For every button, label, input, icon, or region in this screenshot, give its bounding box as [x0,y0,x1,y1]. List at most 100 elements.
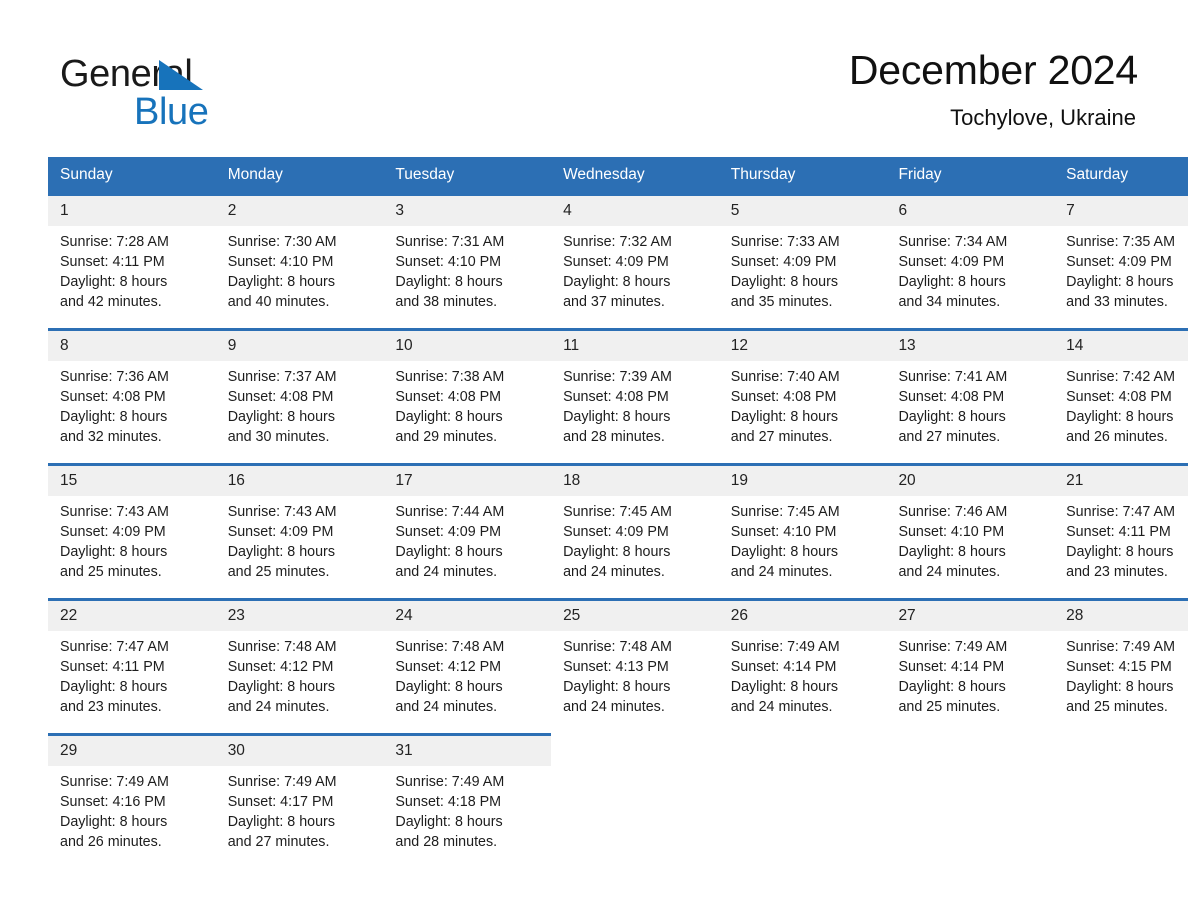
calendar-day-cell-empty [1054,733,1188,856]
calendar-day-cell[interactable]: 16 Sunrise: 7:43 AM Sunset: 4:09 PM Dayli… [215,463,384,586]
day-sun-details: Sunrise: 7:49 AM Sunset: 4:14 PM Dayligh… [730,639,840,715]
day-number [718,736,887,766]
day-sun-details: Sunrise: 7:37 AM Sunset: 4:08 PM Dayligh… [227,369,337,445]
day-sun-details: Sunrise: 7:49 AM Sunset: 4:14 PM Dayligh… [898,639,1008,715]
day-sun-details: Sunrise: 7:42 AM Sunset: 4:08 PM Dayligh… [1066,369,1175,445]
day-number: 20 [886,466,1055,496]
day-sun-details: Sunrise: 7:43 AM Sunset: 4:09 PM Dayligh… [60,504,169,580]
calendar-day-cell[interactable]: 30 Sunrise: 7:49 AM Sunset: 4:17 PM Dayli… [215,733,384,856]
day-sun-details: Sunrise: 7:41 AM Sunset: 4:08 PM Dayligh… [898,369,1008,445]
logo-text-blue: Blue [134,91,209,133]
calendar-week-row: 8 Sunrise: 7:36 AM Sunset: 4:08 PM Daylig… [48,328,1188,451]
day-sun-details: Sunrise: 7:47 AM Sunset: 4:11 PM Dayligh… [1066,504,1175,580]
week-spacer [48,451,1188,465]
calendar-day-cell[interactable]: 14 Sunrise: 7:42 AM Sunset: 4:08 PM Dayli… [1054,328,1188,451]
calendar-day-cell[interactable]: 1 Sunrise: 7:28 AM Sunset: 4:11 PM Daylig… [48,193,216,316]
day-sun-details: Sunrise: 7:49 AM Sunset: 4:18 PM Dayligh… [395,774,505,850]
day-number: 10 [383,331,552,361]
day-number: 22 [48,601,216,631]
calendar-day-cell[interactable]: 22 Sunrise: 7:47 AM Sunset: 4:11 PM Dayli… [48,598,216,721]
calendar-day-cell[interactable]: 25 Sunrise: 7:48 AM Sunset: 4:13 PM Dayli… [551,598,719,721]
week-spacer [48,316,1188,330]
calendar-day-cell[interactable]: 20 Sunrise: 7:46 AM Sunset: 4:10 PM Dayli… [886,463,1055,586]
day-number: 4 [551,196,719,226]
calendar-day-cell[interactable]: 12 Sunrise: 7:40 AM Sunset: 4:08 PM Dayli… [718,328,887,451]
week-spacer-cell [48,721,1188,735]
calendar-body: 1 Sunrise: 7:28 AM Sunset: 4:11 PM Daylig… [48,193,1188,856]
calendar-day-cell[interactable]: 21 Sunrise: 7:47 AM Sunset: 4:11 PM Dayli… [1054,463,1188,586]
calendar-day-cell[interactable]: 3 Sunrise: 7:31 AM Sunset: 4:10 PM Daylig… [383,193,552,316]
day-number: 1 [48,196,216,226]
calendar-day-cell-empty [718,733,887,856]
day-sun-details: Sunrise: 7:39 AM Sunset: 4:08 PM Dayligh… [563,369,672,445]
day-number: 8 [48,331,216,361]
day-number: 2 [215,196,384,226]
calendar-day-cell[interactable]: 15 Sunrise: 7:43 AM Sunset: 4:09 PM Dayli… [48,463,216,586]
day-number: 5 [718,196,887,226]
calendar-week-row: 1 Sunrise: 7:28 AM Sunset: 4:11 PM Daylig… [48,193,1188,316]
logo-triangle-icon [159,60,203,90]
calendar-day-cell[interactable]: 8 Sunrise: 7:36 AM Sunset: 4:08 PM Daylig… [48,328,216,451]
calendar-day-cell[interactable]: 13 Sunrise: 7:41 AM Sunset: 4:08 PM Dayli… [886,328,1055,451]
day-number: 28 [1054,601,1188,631]
day-number: 31 [383,736,552,766]
page-header: General Blue December 2024 Tochylove, Uk… [48,44,1138,144]
calendar-day-cell[interactable]: 7 Sunrise: 7:35 AM Sunset: 4:09 PM Daylig… [1054,193,1188,316]
calendar-day-cell[interactable]: 19 Sunrise: 7:45 AM Sunset: 4:10 PM Dayli… [718,463,887,586]
calendar-day-cell[interactable]: 23 Sunrise: 7:48 AM Sunset: 4:12 PM Dayli… [215,598,384,721]
page-title: December 2024 [848,47,1138,93]
calendar-day-cell-empty [886,733,1055,856]
calendar-day-cell[interactable]: 17 Sunrise: 7:44 AM Sunset: 4:09 PM Dayli… [383,463,552,586]
weekday-header-thursday: Thursday [718,157,887,195]
day-number: 13 [886,331,1055,361]
day-sun-details: Sunrise: 7:33 AM Sunset: 4:09 PM Dayligh… [730,234,840,310]
location-subtitle: Tochylove, Ukraine [950,105,1136,130]
calendar-header-row: Sunday Monday Tuesday Wednesday Thursday… [48,157,1188,195]
calendar-day-cell[interactable]: 29 Sunrise: 7:49 AM Sunset: 4:16 PM Dayli… [48,733,216,856]
day-sun-details: Sunrise: 7:49 AM Sunset: 4:15 PM Dayligh… [1066,639,1175,715]
day-sun-details: Sunrise: 7:45 AM Sunset: 4:09 PM Dayligh… [563,504,672,580]
calendar-week-row: 15 Sunrise: 7:43 AM Sunset: 4:09 PM Dayli… [48,463,1188,586]
day-number: 25 [551,601,719,631]
calendar-grid: Sunday Monday Tuesday Wednesday Thursday… [48,157,1188,856]
calendar-day-cell[interactable]: 5 Sunrise: 7:33 AM Sunset: 4:09 PM Daylig… [718,193,887,316]
calendar-day-cell[interactable]: 4 Sunrise: 7:32 AM Sunset: 4:09 PM Daylig… [551,193,719,316]
general-blue-logo[interactable]: General Blue [60,52,300,138]
calendar-day-cell[interactable]: 18 Sunrise: 7:45 AM Sunset: 4:09 PM Dayli… [551,463,719,586]
day-number: 18 [551,466,719,496]
day-number: 17 [383,466,552,496]
calendar-day-cell[interactable]: 11 Sunrise: 7:39 AM Sunset: 4:08 PM Dayli… [551,328,719,451]
day-sun-details: Sunrise: 7:49 AM Sunset: 4:16 PM Dayligh… [60,774,169,850]
calendar-day-cell[interactable]: 31 Sunrise: 7:49 AM Sunset: 4:18 PM Dayli… [383,733,552,856]
day-sun-details: Sunrise: 7:43 AM Sunset: 4:09 PM Dayligh… [227,504,337,580]
weekday-header-sunday: Sunday [48,157,216,195]
day-sun-details [1054,766,1188,772]
title-block: December 2024 Tochylove, Ukraine [849,44,1138,134]
calendar-week-row: 22 Sunrise: 7:47 AM Sunset: 4:11 PM Dayli… [48,598,1188,721]
day-sun-details: Sunrise: 7:47 AM Sunset: 4:11 PM Dayligh… [60,639,169,715]
calendar-day-cell[interactable]: 9 Sunrise: 7:37 AM Sunset: 4:08 PM Daylig… [215,328,384,451]
calendar-day-cell[interactable]: 26 Sunrise: 7:49 AM Sunset: 4:14 PM Dayli… [718,598,887,721]
day-sun-details [886,766,1054,772]
calendar-day-cell[interactable]: 6 Sunrise: 7:34 AM Sunset: 4:09 PM Daylig… [886,193,1055,316]
day-sun-details: Sunrise: 7:36 AM Sunset: 4:08 PM Dayligh… [60,369,169,445]
calendar-day-cell[interactable]: 24 Sunrise: 7:48 AM Sunset: 4:12 PM Dayli… [383,598,552,721]
day-sun-details: Sunrise: 7:48 AM Sunset: 4:13 PM Dayligh… [563,639,672,715]
day-sun-details: Sunrise: 7:45 AM Sunset: 4:10 PM Dayligh… [730,504,840,580]
weekday-header-wednesday: Wednesday [551,157,719,195]
day-sun-details: Sunrise: 7:49 AM Sunset: 4:17 PM Dayligh… [227,774,337,850]
day-sun-details: Sunrise: 7:30 AM Sunset: 4:10 PM Dayligh… [227,234,337,310]
week-spacer-cell [48,451,1188,465]
calendar-day-cell[interactable]: 28 Sunrise: 7:49 AM Sunset: 4:15 PM Dayli… [1054,598,1188,721]
day-number: 23 [215,601,384,631]
day-number [886,736,1055,766]
day-sun-details: Sunrise: 7:48 AM Sunset: 4:12 PM Dayligh… [227,639,337,715]
day-sun-details: Sunrise: 7:38 AM Sunset: 4:08 PM Dayligh… [395,369,505,445]
calendar-day-cell[interactable]: 27 Sunrise: 7:49 AM Sunset: 4:14 PM Dayli… [886,598,1055,721]
week-spacer-cell [48,586,1188,600]
calendar-day-cell[interactable]: 10 Sunrise: 7:38 AM Sunset: 4:08 PM Dayli… [383,328,552,451]
calendar-day-cell[interactable]: 2 Sunrise: 7:30 AM Sunset: 4:10 PM Daylig… [215,193,384,316]
day-sun-details [719,766,887,772]
calendar-week-row: 29 Sunrise: 7:49 AM Sunset: 4:16 PM Dayli… [48,733,1188,856]
week-spacer [48,586,1188,600]
